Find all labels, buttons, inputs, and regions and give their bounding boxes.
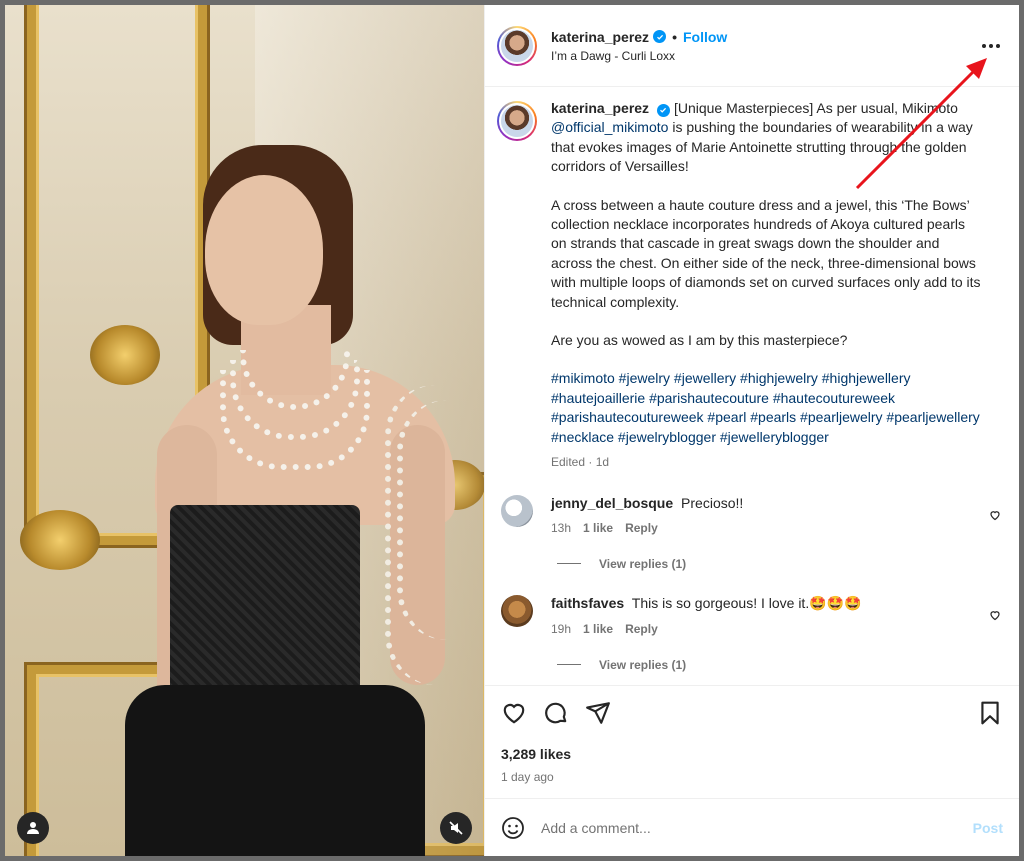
reply-button[interactable]: Reply bbox=[625, 521, 658, 535]
comment-time[interactable]: 13h bbox=[551, 521, 571, 535]
post-actions: 3,289 likes 1 day ago bbox=[485, 685, 1019, 784]
post-comment-button[interactable]: Post bbox=[973, 820, 1003, 836]
author-username[interactable]: katerina_perez bbox=[551, 29, 649, 45]
caption-paragraph: Are you as wowed as I am by this masterp… bbox=[551, 332, 848, 349]
pearl-drape bbox=[397, 400, 457, 640]
ellipsis-icon bbox=[982, 43, 986, 48]
post-media[interactable] bbox=[5, 5, 484, 856]
commenter-avatar[interactable] bbox=[501, 594, 533, 627]
caption-meta: Edited · 1d bbox=[551, 455, 610, 470]
post-dialog: katerina_perez • Follow I’m a Dawg - Cur… bbox=[5, 5, 1019, 856]
follow-button[interactable]: Follow bbox=[683, 29, 727, 45]
heart-icon[interactable] bbox=[989, 509, 1001, 521]
user-icon bbox=[27, 822, 39, 834]
hashtags[interactable]: #mikimoto #jewelry #jewellery #highjewel… bbox=[551, 369, 981, 447]
add-comment-bar: Post bbox=[485, 798, 1019, 856]
post-side-panel: katerina_perez • Follow I’m a Dawg - Cur… bbox=[484, 5, 1019, 856]
post-date: 1 day ago bbox=[501, 770, 554, 784]
caption-paragraph: A cross between a haute couture dress an… bbox=[551, 196, 981, 310]
comment-input[interactable] bbox=[541, 819, 973, 836]
caption-text: [Unique Masterpieces] As per usual, Miki… bbox=[673, 100, 958, 116]
heart-icon[interactable] bbox=[501, 700, 527, 726]
view-replies-button[interactable]: View replies (1) bbox=[557, 557, 1003, 571]
speaker-muted-icon bbox=[449, 821, 463, 835]
comment-likes[interactable]: 1 like bbox=[583, 622, 613, 636]
commenter-avatar[interactable] bbox=[501, 494, 533, 527]
caption-username[interactable]: katerina_perez bbox=[551, 100, 649, 116]
share-icon[interactable] bbox=[585, 700, 611, 726]
mute-button[interactable] bbox=[440, 812, 472, 844]
comment-text: This is so gorgeous! I love it.🤩🤩🤩 bbox=[631, 594, 862, 611]
comment-likes[interactable]: 1 like bbox=[583, 521, 613, 535]
verified-badge-icon bbox=[653, 30, 667, 43]
commenter-username[interactable]: jenny_del_bosque bbox=[551, 495, 673, 511]
audio-track-link[interactable]: I’m a Dawg - Curli Loxx bbox=[551, 49, 979, 63]
comment-icon[interactable] bbox=[543, 700, 569, 726]
pearl-necklace bbox=[220, 370, 370, 470]
commenter-username[interactable]: faithsfaves bbox=[551, 595, 624, 611]
separator-dot: • bbox=[672, 28, 677, 45]
heart-icon[interactable] bbox=[989, 609, 1001, 621]
likes-count[interactable]: 3,289 likes bbox=[501, 746, 1003, 762]
post-caption: katerina_perez [Unique Masterpieces] As … bbox=[497, 99, 1003, 473]
comment-time[interactable]: 19h bbox=[551, 622, 571, 636]
view-replies-button[interactable]: View replies (1) bbox=[557, 658, 1003, 672]
comment-item: faithsfaves This is so gorgeous! I love … bbox=[497, 594, 1003, 636]
model-bodice bbox=[170, 505, 360, 705]
author-avatar[interactable] bbox=[497, 25, 537, 66]
comment-item: jenny_del_bosque Precioso!! 13h 1 like R… bbox=[497, 494, 1003, 535]
gold-ornament bbox=[20, 510, 100, 570]
post-header: katerina_perez • Follow I’m a Dawg - Cur… bbox=[485, 5, 1019, 87]
comments-section[interactable]: katerina_perez [Unique Masterpieces] As … bbox=[485, 87, 1019, 685]
more-options-button[interactable] bbox=[979, 34, 1003, 58]
comment-text: Precioso!! bbox=[681, 494, 744, 511]
emoji-icon[interactable] bbox=[501, 816, 525, 840]
caption-author-avatar[interactable] bbox=[497, 101, 537, 141]
model-skirt bbox=[125, 685, 425, 856]
gold-ornament bbox=[90, 325, 160, 385]
verified-badge-icon bbox=[656, 103, 670, 117]
reply-button[interactable]: Reply bbox=[625, 622, 658, 636]
tagged-users-button[interactable] bbox=[17, 812, 49, 844]
model-face bbox=[205, 175, 323, 325]
mention-link[interactable]: @official_mikimoto bbox=[551, 119, 668, 135]
bookmark-icon[interactable] bbox=[977, 700, 1003, 726]
